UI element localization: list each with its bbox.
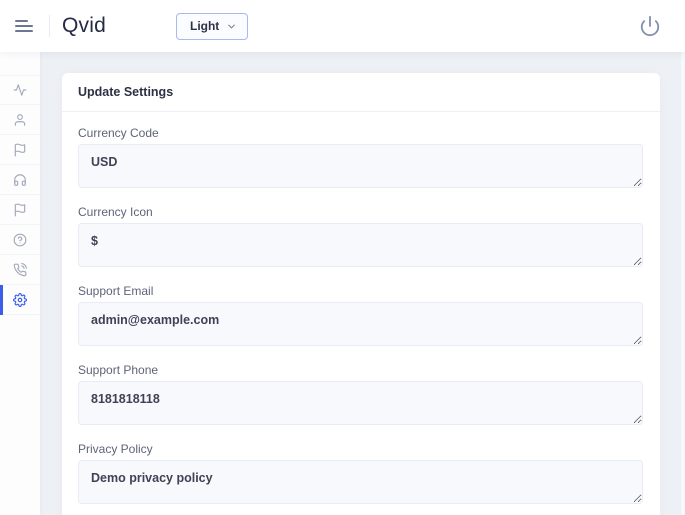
headphones-icon xyxy=(13,173,27,187)
topbar: Qvid Light xyxy=(0,0,685,52)
field-currency-code: Currency Code xyxy=(78,126,643,193)
card-body: Currency Code Currency Icon Support Email S… xyxy=(62,112,660,515)
sidebar-item-flags[interactable] xyxy=(0,135,40,165)
card-header: Update Settings xyxy=(62,73,660,112)
field-privacy-policy: Privacy Policy xyxy=(78,442,643,509)
currency-code-input[interactable] xyxy=(78,144,643,188)
brand-logo: Qvid xyxy=(62,14,106,38)
field-label: Support Phone xyxy=(78,363,643,377)
sidebar-item-help[interactable] xyxy=(0,225,40,255)
field-currency-icon: Currency Icon xyxy=(78,205,643,272)
theme-dropdown-value: Light xyxy=(190,19,219,33)
phone-call-icon xyxy=(13,263,27,277)
sidebar-item-support[interactable] xyxy=(0,165,40,195)
support-phone-input[interactable] xyxy=(78,381,643,425)
flag-icon xyxy=(13,203,27,217)
activity-icon xyxy=(13,83,27,97)
field-support-phone: Support Phone xyxy=(78,363,643,430)
scrollbar-track[interactable] xyxy=(681,52,685,515)
page-title: Update Settings xyxy=(78,85,173,99)
sidebar-item-reports[interactable] xyxy=(0,195,40,225)
privacy-policy-input[interactable] xyxy=(78,460,643,504)
sidebar-item-activity[interactable] xyxy=(0,75,40,105)
field-label: Support Email xyxy=(78,284,643,298)
gear-icon xyxy=(13,293,27,307)
help-circle-icon xyxy=(13,233,27,247)
sidebar-item-settings[interactable] xyxy=(0,285,40,315)
settings-card: Update Settings Currency Code Currency Ic… xyxy=(62,73,660,515)
field-support-email: Support Email xyxy=(78,284,643,351)
hamburger-icon[interactable] xyxy=(15,16,37,36)
chevron-down-icon xyxy=(226,21,237,32)
sidebar-item-contact[interactable] xyxy=(0,255,40,285)
sidebar xyxy=(0,52,40,515)
support-email-input[interactable] xyxy=(78,302,643,346)
power-icon[interactable] xyxy=(637,13,663,39)
field-label: Currency Icon xyxy=(78,205,643,219)
field-label: Privacy Policy xyxy=(78,442,643,456)
theme-dropdown[interactable]: Light xyxy=(176,13,248,40)
sidebar-item-users[interactable] xyxy=(0,105,40,135)
app-window: Qvid Light Update Settings Currency Code… xyxy=(0,0,685,515)
currency-icon-input[interactable] xyxy=(78,223,643,267)
flag-icon xyxy=(13,143,27,157)
field-label: Currency Code xyxy=(78,126,643,140)
user-icon xyxy=(13,113,27,127)
topbar-divider xyxy=(49,15,50,37)
